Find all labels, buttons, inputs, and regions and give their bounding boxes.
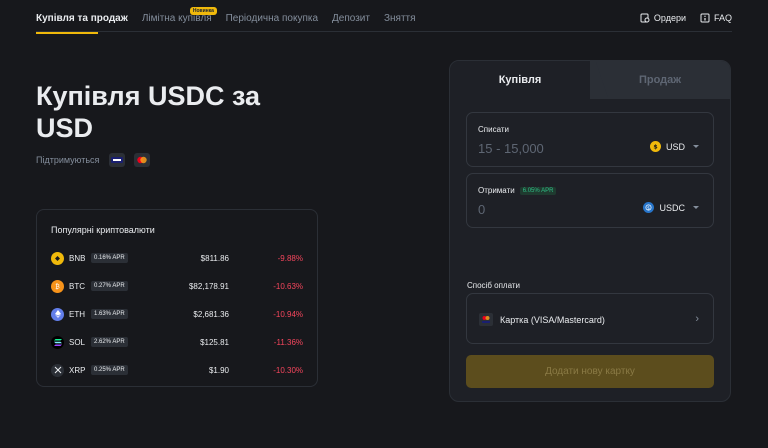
chevron-down-icon (693, 145, 699, 148)
eth-icon (51, 307, 64, 321)
supported-label: Підтримуються (36, 155, 100, 165)
crypto-row[interactable]: ₿ BTC 0.27% APR $82,178.91 -10.63% (51, 278, 303, 294)
crypto-row[interactable]: SOL 2.62% APR $125.81 -11.36% (51, 334, 303, 350)
sol-icon (51, 335, 64, 349)
tab-buy[interactable]: Купівля (450, 61, 590, 99)
crypto-change: -9.88% (277, 253, 303, 263)
apr-badge: 0.25% APR (91, 365, 128, 375)
svg-text:₿: ₿ (55, 283, 60, 289)
crypto-row[interactable]: BNB 0.16% APR $811.86 -9.88% (51, 250, 303, 266)
chevron-down-icon (693, 206, 699, 209)
orders-link[interactable]: Ордери (640, 13, 686, 23)
crypto-row[interactable]: ETH 1.63% APR $2,681.36 -10.94% (51, 306, 303, 322)
tab-sell[interactable]: Продаж (590, 61, 730, 99)
card-icon (479, 313, 493, 326)
faq-link[interactable]: FAQ (700, 13, 732, 23)
top-right-links: Ордери FAQ (626, 13, 732, 23)
tab-buy-sell[interactable]: Купівля та продаж (36, 13, 128, 34)
spend-input[interactable]: 15 - 15,000 (478, 141, 544, 156)
btc-icon: ₿ (51, 279, 64, 293)
payment-method-value: Картка (VISA/Mastercard) (500, 315, 605, 325)
receive-input[interactable]: 0 (478, 202, 485, 217)
tab-limit-buy[interactable]: Лімітна купівля Новинка (142, 7, 217, 24)
crypto-price: $2,681.36 (193, 309, 229, 319)
trade-mode-tabs: Купівля та продаж Лімітна купівля Новинк… (36, 7, 430, 34)
crypto-price: $125.81 (200, 337, 229, 347)
supported-payments: Підтримуються (36, 153, 159, 167)
chevron-right-icon: › (695, 313, 699, 325)
tab-recurring-buy[interactable]: Періодична покупка (226, 13, 318, 24)
crypto-change: -10.63% (273, 281, 303, 291)
spend-label: Списати (478, 125, 509, 134)
apr-badge: 0.16% APR (91, 253, 128, 263)
new-badge: Новинка (189, 7, 217, 15)
crypto-change: -10.94% (273, 309, 303, 319)
crypto-row[interactable]: XRP 0.25% APR $1.90 -10.30% (51, 362, 303, 378)
page-title: Купівля USDC за USD (36, 81, 261, 143)
apr-badge: 6.05% APR (519, 186, 557, 195)
crypto-price: $82,178.91 (188, 281, 229, 291)
mastercard-icon (134, 153, 151, 167)
apr-badge: 1.63% APR (91, 309, 128, 319)
tab-withdraw[interactable]: Зняття (384, 13, 416, 24)
apr-badge: 0.27% APR (91, 281, 128, 291)
receive-currency-select[interactable]: $ USDC (643, 202, 699, 213)
spend-currency-select[interactable]: $ USD (649, 141, 699, 152)
bnb-icon (51, 251, 64, 265)
svg-text:$: $ (648, 205, 651, 211)
top-navigation: Купівля та продаж Лімітна купівля Новинк… (36, 0, 732, 34)
orders-icon (640, 13, 650, 23)
popular-crypto-card: Популярні криптовалюти BNB 0.16% APR $81… (36, 209, 318, 387)
visa-icon (109, 153, 126, 167)
receive-label: Отримати (478, 186, 515, 195)
trade-panel: Продаж Купівля Списати 15 - 15,000 $ USD… (449, 60, 731, 402)
receive-field[interactable]: Отримати 6.05% APR 0 $ USDC (466, 173, 714, 228)
usdc-icon: $ (643, 202, 655, 213)
payment-method-label: Спосіб оплати (467, 281, 520, 290)
add-card-button[interactable]: Додати нову картку (466, 355, 714, 388)
payment-method-select[interactable]: Картка (VISA/Mastercard) › (466, 293, 714, 344)
svg-text:$: $ (653, 144, 657, 150)
apr-badge: 2.62% APR (91, 337, 128, 347)
crypto-change: -11.36% (273, 337, 303, 347)
xrp-icon (51, 363, 64, 377)
crypto-change: -10.30% (273, 365, 303, 375)
faq-icon (700, 13, 710, 23)
crypto-price: $1.90 (208, 365, 229, 375)
spend-field[interactable]: Списати 15 - 15,000 $ USD (466, 112, 714, 167)
crypto-price: $811.86 (200, 253, 229, 263)
tab-deposit[interactable]: Депозит (332, 13, 370, 24)
usd-icon: $ (649, 141, 661, 152)
popular-crypto-title: Популярні криптовалюти (51, 225, 155, 235)
